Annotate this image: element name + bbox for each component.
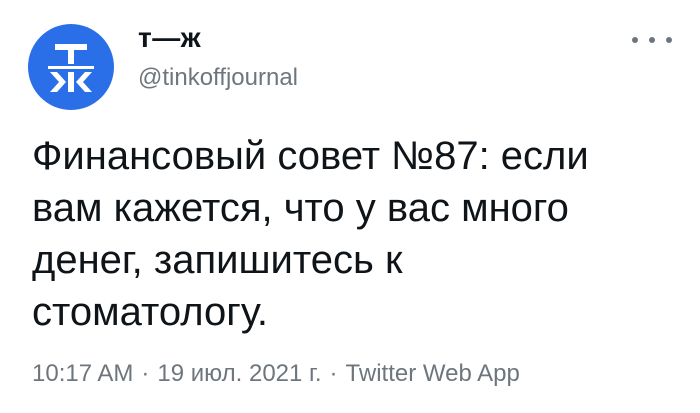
- dot: [649, 37, 655, 43]
- meta-separator: ·: [141, 360, 150, 387]
- display-name[interactable]: т—ж: [138, 22, 201, 54]
- tweet-date[interactable]: 19 июл. 2021 г.: [157, 360, 321, 387]
- tweet-text: Финансовый совет №87: если вам кажется, …: [32, 134, 589, 334]
- tweet-source[interactable]: Twitter Web App: [346, 360, 520, 387]
- tweet-meta: 10:17 AM · 19 июл. 2021 г. · Twitter Web App: [32, 360, 520, 388]
- tinkoff-journal-logo-icon: [48, 44, 94, 92]
- avatar[interactable]: [28, 24, 114, 110]
- tweet-card: т—ж @tinkoffjournal Финансовый совет №87…: [0, 0, 700, 413]
- meta-separator: ·: [329, 360, 338, 387]
- dot: [632, 37, 638, 43]
- dot: [666, 37, 672, 43]
- more-options-icon[interactable]: [632, 30, 672, 50]
- user-handle[interactable]: @tinkoffjournal: [138, 64, 298, 92]
- tweet-time[interactable]: 10:17 AM: [32, 360, 133, 387]
